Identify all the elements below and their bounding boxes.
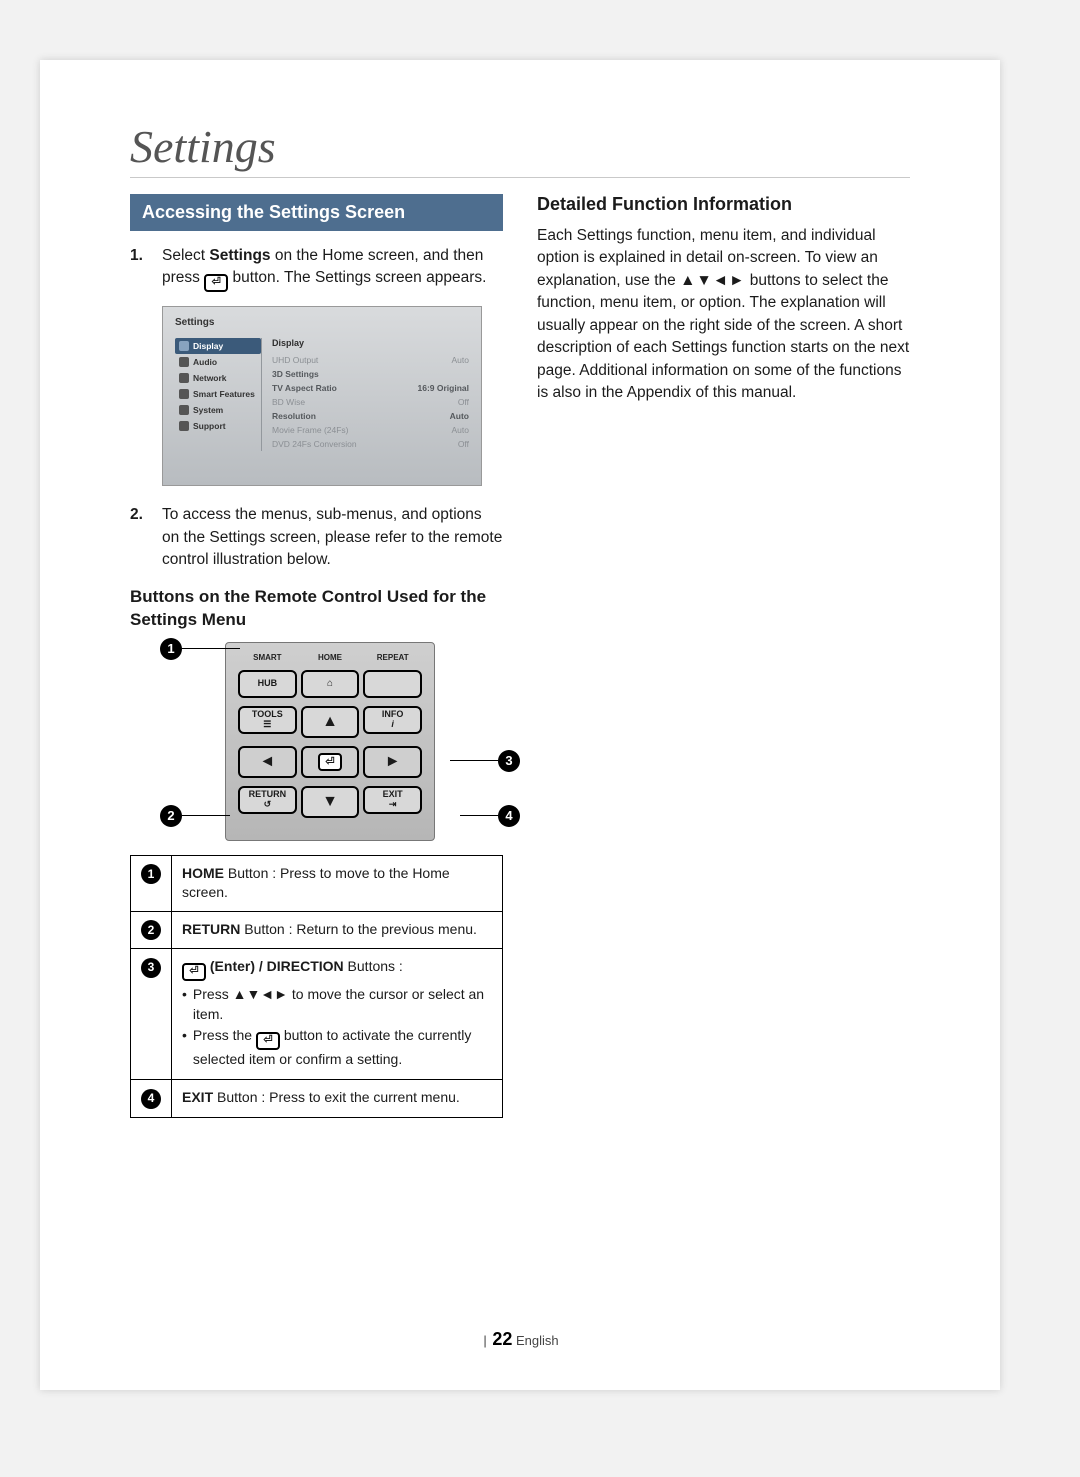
step-2: 2. To access the menus, sub-menus, and o… [130, 504, 503, 571]
right-body-text: Each Settings function, menu item, and i… [537, 225, 910, 405]
step-number: 1. [130, 245, 152, 292]
network-icon [179, 373, 189, 383]
home-icon: ⌂ [327, 678, 333, 689]
direction-arrows: ▲▼◄► [680, 272, 745, 289]
right-button: ► [363, 746, 422, 778]
display-icon [179, 341, 189, 351]
screenshot-title: Settings [175, 317, 469, 328]
right-header: Detailed Function Information [537, 194, 910, 215]
system-icon [179, 405, 189, 415]
exit-icon: ⇥ [389, 800, 397, 809]
settings-screenshot: Settings Display Audio Network Smart Fea… [162, 306, 482, 486]
sidebar-smart: Smart Features [175, 386, 261, 402]
table-row: 2 RETURN Button : Return to the previous… [131, 911, 503, 948]
step-1: 1. Select Settings on the Home screen, a… [130, 245, 503, 292]
sidebar-audio: Audio [175, 354, 261, 370]
return-icon: ↺ [264, 800, 272, 809]
enter-icon: ⏎ [182, 963, 206, 981]
callout-ref-3: 3 [141, 958, 161, 978]
callout-ref-2: 2 [141, 920, 161, 940]
smart-icon [179, 389, 189, 399]
enter-icon: ⏎ [318, 753, 342, 771]
callout-ref-4: 4 [141, 1089, 161, 1109]
left-column: Accessing the Settings Screen 1. Select … [130, 194, 503, 1118]
up-button: ▲ [301, 706, 360, 738]
repeat-button [363, 670, 422, 698]
table-row: 1 HOME Button : Press to move to the Hom… [131, 855, 503, 911]
step-number: 2. [130, 504, 152, 571]
screenshot-panel: Display UHD OutputAuto 3D Settings TV As… [261, 338, 469, 451]
info-button: INFOi [363, 706, 422, 734]
table-row: 3 ⏎ (Enter) / DIRECTION Buttons : Press … [131, 949, 503, 1080]
page-footer: | 22 English [40, 1329, 1000, 1350]
home-button: ⌂ [301, 670, 360, 698]
right-column: Detailed Function Information Each Setti… [537, 194, 910, 1118]
section-header: Accessing the Settings Screen [130, 194, 503, 231]
right-icon: ► [385, 753, 401, 771]
sidebar-support: Support [175, 418, 261, 434]
up-icon: ▲ [322, 713, 338, 731]
exit-button: EXIT⇥ [363, 786, 422, 814]
table-row: 4 EXIT Button : Press to exit the curren… [131, 1080, 503, 1117]
sidebar-system: System [175, 402, 261, 418]
callout-1: 1 [160, 638, 240, 660]
page-number: 22 [492, 1329, 512, 1349]
enter-icon: ⏎ [256, 1032, 280, 1050]
callout-2: 2 [160, 805, 230, 827]
info-icon: i [391, 720, 394, 729]
callout-ref-1: 1 [141, 864, 161, 884]
support-icon [179, 421, 189, 431]
remote-body: SMART HOME REPEAT HUB ⌂ TOOLS☰ ▲ INFOi [225, 642, 435, 841]
chapter-title: Settings [130, 120, 910, 173]
remote-sub-header: Buttons on the Remote Control Used for t… [130, 586, 503, 632]
content-columns: Accessing the Settings Screen 1. Select … [130, 194, 910, 1118]
left-icon: ◄ [259, 753, 275, 771]
sidebar-display: Display [175, 338, 261, 354]
remote-diagram: 1 2 3 4 SMART HOME REPEAT HUB ⌂ [160, 642, 500, 841]
page-language: English [516, 1333, 559, 1348]
audio-icon [179, 357, 189, 367]
left-button: ◄ [238, 746, 297, 778]
hub-button: HUB [238, 670, 297, 698]
step-1-text: Select Settings on the Home screen, and … [162, 245, 503, 292]
manual-page: Settings Accessing the Settings Screen 1… [40, 60, 1000, 1390]
callout-4: 4 [460, 805, 520, 827]
sidebar-network: Network [175, 370, 261, 386]
chapter-title-bar: Settings [130, 120, 910, 178]
step-2-text: To access the menus, sub-menus, and opti… [162, 504, 503, 571]
tools-button: TOOLS☰ [238, 706, 297, 734]
button-description-table: 1 HOME Button : Press to move to the Hom… [130, 855, 503, 1118]
down-icon: ▼ [322, 793, 338, 811]
screenshot-sidebar: Display Audio Network Smart Features Sys… [175, 338, 261, 451]
tools-icon: ☰ [263, 720, 271, 729]
enter-button: ⏎ [301, 746, 360, 778]
down-button: ▼ [301, 786, 360, 818]
return-button: RETURN↺ [238, 786, 297, 814]
callout-3: 3 [450, 750, 520, 772]
enter-icon: ⏎ [204, 274, 228, 292]
